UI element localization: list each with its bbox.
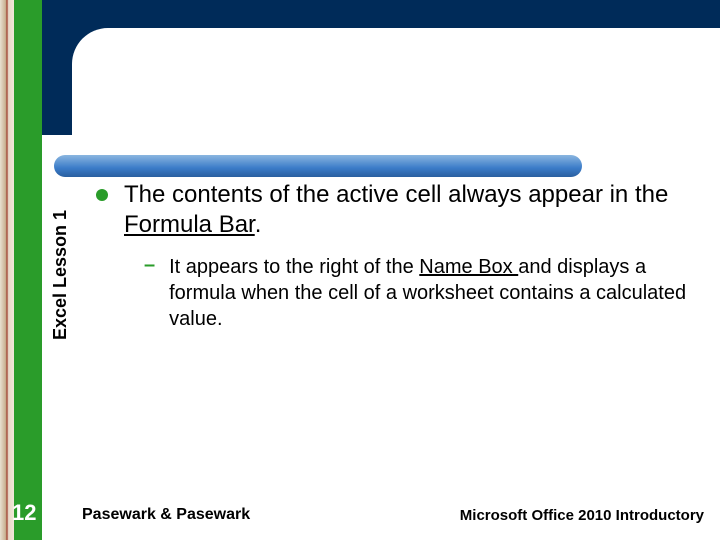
decorative-strip [0, 0, 14, 540]
sub-bullet-text: It appears to the right of the Name Box … [169, 254, 696, 332]
content-area: The contents of the active cell always a… [96, 180, 696, 332]
lesson-label: Excel Lesson 1 [50, 210, 71, 340]
dash-icon: – [144, 254, 155, 277]
title-underline-bar [54, 155, 582, 177]
slide: The contents of the active cell always a… [0, 0, 720, 540]
bullet-text: The contents of the active cell always a… [124, 180, 696, 240]
bullet-item: The contents of the active cell always a… [96, 180, 696, 240]
page-number: 12 [12, 500, 36, 526]
footer-title: Microsoft Office 2010 Introductory [460, 507, 704, 524]
bullet-text-post: . [255, 211, 262, 238]
bullet-text-underline: Formula Bar [124, 211, 255, 238]
bullet-text-pre: The contents of the active cell always a… [124, 181, 668, 208]
sub-text-underline: Name Box [419, 256, 518, 278]
sub-bullet-item: – It appears to the right of the Name Bo… [144, 254, 696, 332]
sub-text-pre: It appears to the right of the [169, 256, 419, 278]
header-corner-cutout [72, 28, 720, 140]
bullet-icon [96, 189, 108, 201]
green-sidebar [14, 0, 42, 540]
footer-author: Pasewark & Pasewark [82, 506, 250, 524]
